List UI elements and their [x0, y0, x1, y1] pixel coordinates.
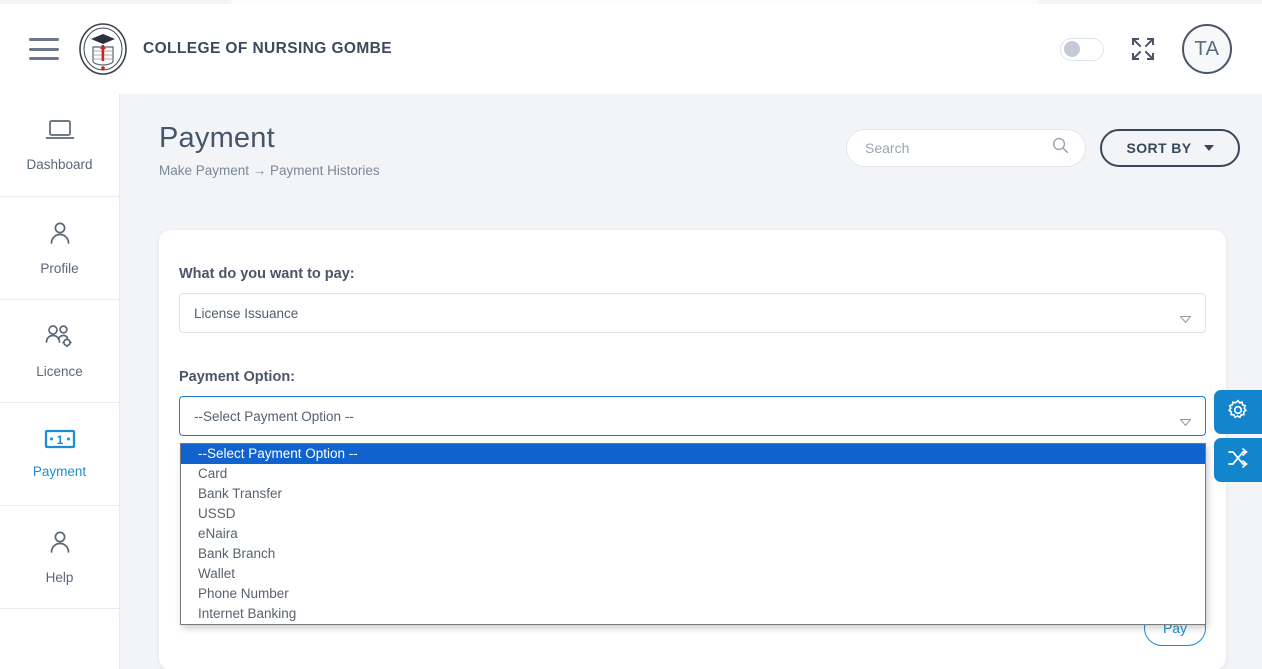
header-actions: TA	[1060, 24, 1232, 74]
hamburger-bar	[29, 47, 59, 51]
brand-title: COLLEGE OF NURSING GOMBE	[143, 40, 392, 57]
payment-option-value: --Select Payment Option --	[194, 408, 354, 424]
payment-option-dropdown-list[interactable]: --Select Payment Option -- Card Bank Tra…	[180, 443, 1206, 625]
field-spacer	[179, 333, 1206, 369]
dropdown-option[interactable]: Phone Number	[181, 584, 1205, 604]
page-header: Payment Make Payment → Payment Histories…	[120, 94, 1262, 209]
user-icon	[47, 220, 73, 251]
sidebar-item-licence[interactable]: Licence	[0, 300, 119, 403]
avatar[interactable]: TA	[1182, 24, 1232, 74]
users-gear-icon	[45, 323, 75, 354]
sort-by-label: SORT BY	[1126, 140, 1192, 156]
fullscreen-expand-icon[interactable]	[1130, 36, 1156, 62]
search-icon	[1052, 137, 1069, 159]
sidebar-item-payment[interactable]: 1 Payment	[0, 403, 119, 506]
settings-fab[interactable]	[1214, 390, 1262, 434]
pay-for-value: License Issuance	[194, 305, 299, 321]
laptop-icon	[45, 118, 75, 147]
dropdown-option[interactable]: Card	[181, 464, 1205, 484]
sidebar-item-profile[interactable]: Profile	[0, 197, 119, 300]
dropdown-option[interactable]: eNaira	[181, 524, 1205, 544]
search-input[interactable]	[863, 139, 1052, 157]
chevron-down-icon	[1179, 310, 1192, 323]
sidebar-item-help[interactable]: Help	[0, 506, 119, 609]
app-root: COLLEGE OF NURSING GOMBE TA Dashboard Pr…	[0, 0, 1262, 669]
sidebar-item-label: Help	[45, 570, 74, 585]
header-controls: SORT BY	[846, 129, 1240, 167]
sidebar: Dashboard Profile Licence 1 Payment Help	[0, 94, 120, 669]
sidebar-item-label: Payment	[32, 464, 87, 479]
shuffle-icon	[1227, 447, 1249, 474]
hamburger-bar	[29, 38, 59, 41]
pay-for-select[interactable]: License Issuance	[179, 293, 1206, 333]
banknote-icon: 1	[44, 429, 76, 454]
chevron-down-icon	[1179, 413, 1192, 426]
toggle-knob	[1064, 41, 1080, 57]
dropdown-option[interactable]: Bank Transfer	[181, 484, 1205, 504]
payment-option-label: Payment Option:	[179, 369, 296, 385]
dropdown-option[interactable]: USSD	[181, 504, 1205, 524]
sidebar-item-dashboard[interactable]: Dashboard	[0, 94, 119, 197]
hamburger-bar	[29, 57, 59, 60]
sidebar-item-label: Dashboard	[26, 157, 93, 172]
hamburger-icon[interactable]	[29, 38, 59, 60]
svg-text:1: 1	[56, 433, 63, 447]
dropdown-option[interactable]: Internet Banking	[181, 604, 1205, 624]
payment-option-select[interactable]: --Select Payment Option --	[179, 396, 1206, 436]
sort-by-button[interactable]: SORT BY	[1100, 129, 1240, 167]
app-header: COLLEGE OF NURSING GOMBE TA	[0, 4, 1262, 94]
gear-icon	[1227, 398, 1249, 426]
sidebar-item-label: Licence	[36, 364, 83, 379]
college-seal-logo	[77, 23, 129, 75]
search-box[interactable]	[846, 129, 1086, 167]
dropdown-option[interactable]: Wallet	[181, 564, 1205, 584]
theme-toggle[interactable]	[1060, 37, 1104, 61]
user-icon	[47, 529, 73, 560]
shuffle-fab[interactable]	[1214, 438, 1262, 482]
dropdown-option[interactable]: Bank Branch	[181, 544, 1205, 564]
sidebar-filler	[0, 609, 119, 669]
sidebar-item-label: Profile	[40, 261, 79, 276]
pay-for-label: What do you want to pay:	[179, 266, 355, 282]
dropdown-option[interactable]: --Select Payment Option --	[181, 444, 1205, 464]
chevron-down-icon	[1203, 145, 1214, 151]
